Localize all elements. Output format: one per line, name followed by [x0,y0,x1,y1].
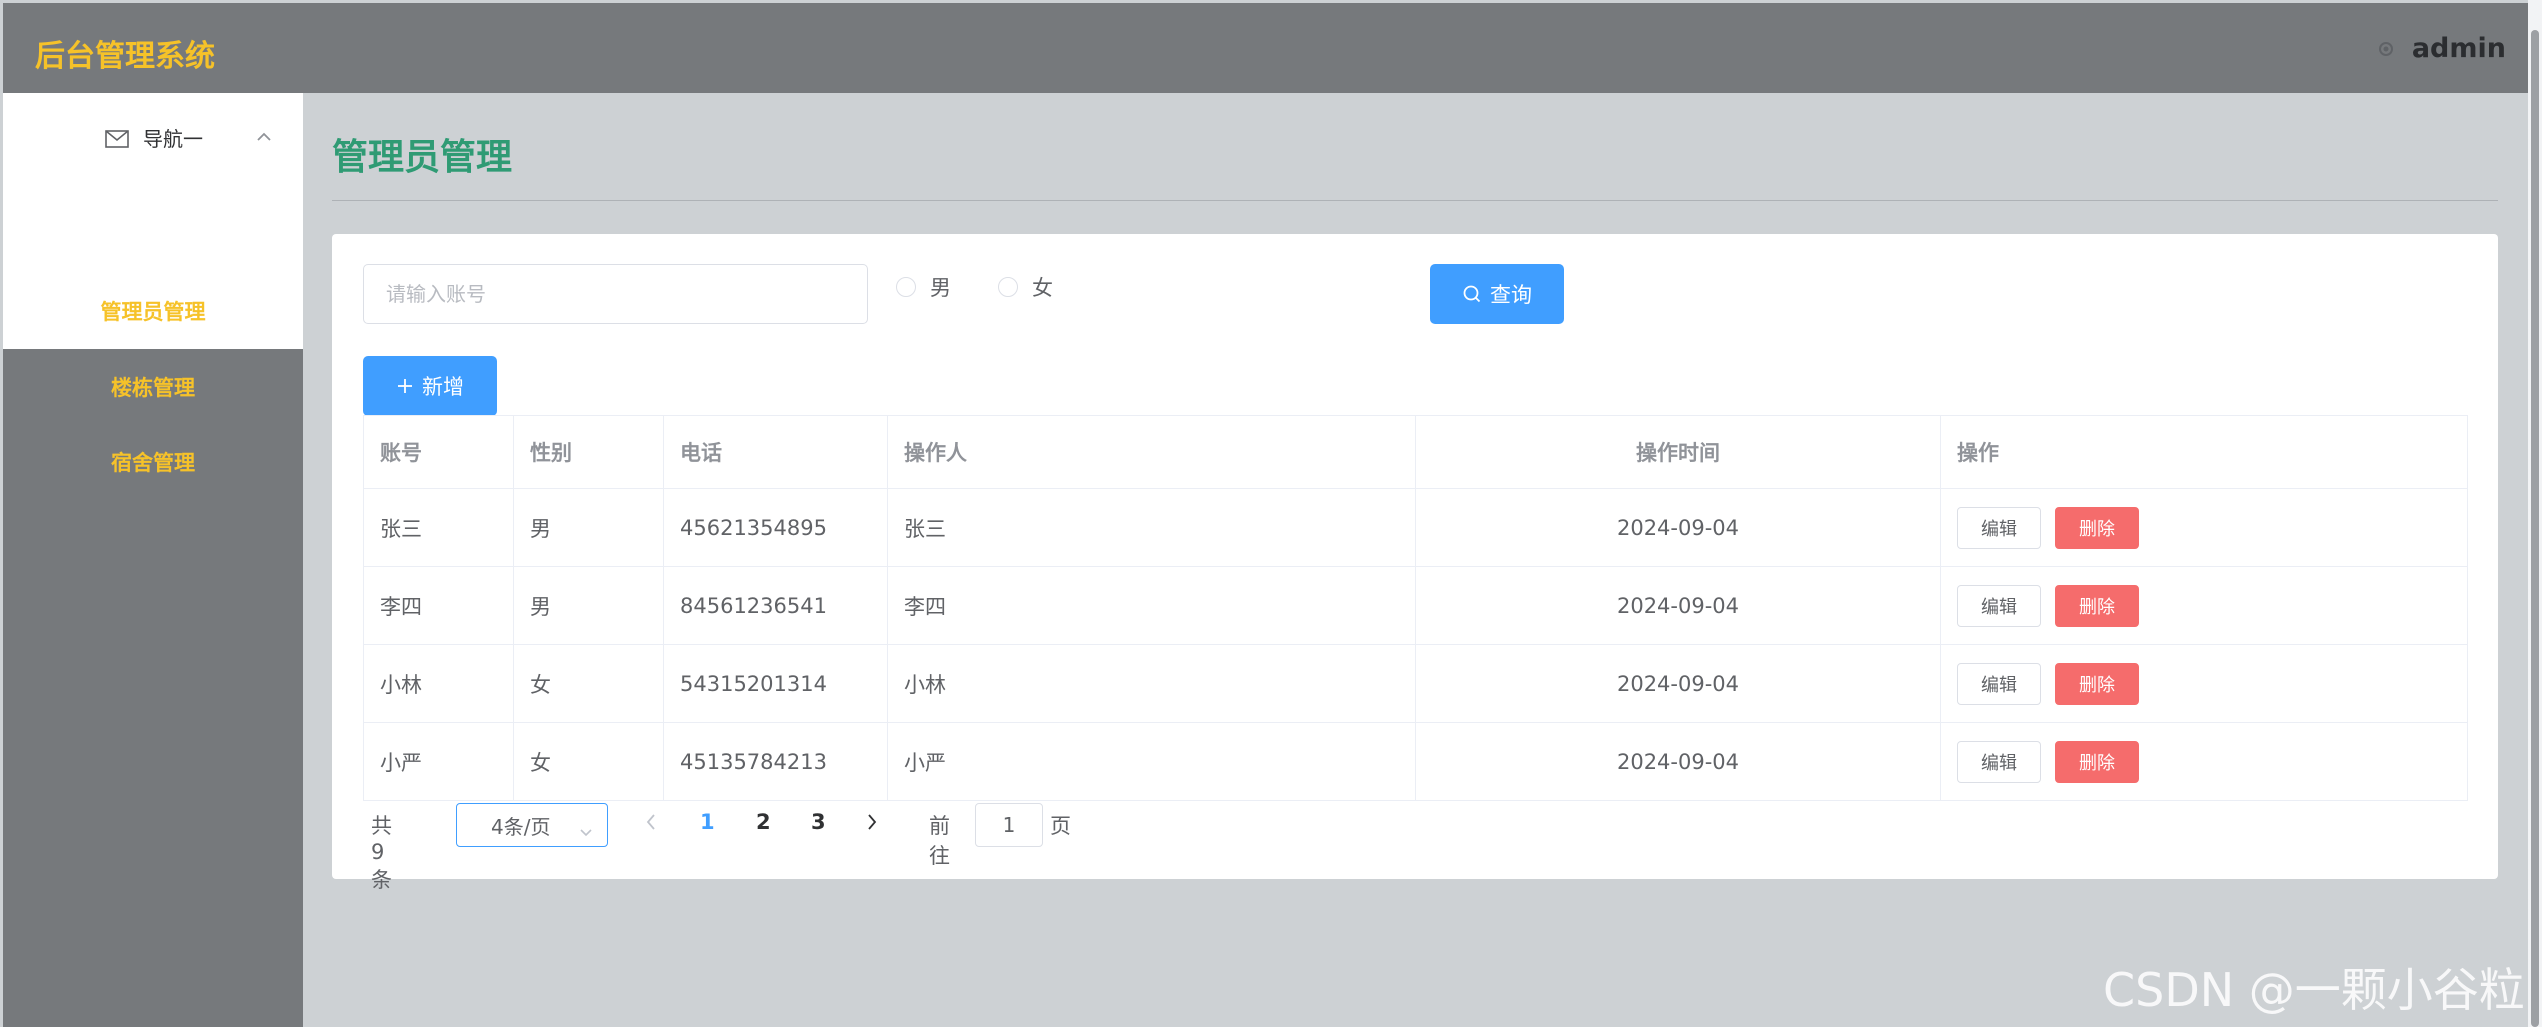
column-header-gender: 性别 [513,415,664,489]
admin-table: 账号 性别 电话 操作人 操作时间 操作 张三 男 45621354895 张三… [363,415,2468,801]
radio-circle[interactable] [896,277,916,297]
column-header-actions: 操作 [1940,415,2468,489]
cell-phone: 45621354895 [663,488,888,567]
radio-male[interactable]: 男 [896,272,951,302]
sidebar-item-label: 宿舍管理 [111,451,195,475]
radio-female[interactable]: 女 [998,272,1053,302]
cell-operator: 李四 [887,566,1416,645]
cell-gender: 男 [513,488,664,567]
mail-icon [105,129,129,148]
divider [332,200,2498,201]
chevron-down-icon [579,819,593,837]
cell-phone: 54315201314 [663,644,888,723]
search-icon [1463,285,1481,303]
cell-gender: 女 [513,722,664,801]
sidebar-item-label: 楼栋管理 [111,376,195,400]
page-number-1[interactable]: 1 [700,810,715,834]
watermark: CSDN @一颗小谷粒 [2103,963,2525,1017]
plus-icon [398,379,412,393]
content-card: 男 女 查询 新增 账号 性别 电话 操作人 操作时间 [332,234,2498,892]
add-button[interactable]: 新增 [363,356,497,416]
prev-page-icon[interactable] [644,812,658,832]
cell-phone: 45135784213 [663,722,888,801]
app-title: 后台管理系统 [35,39,215,74]
top-header: 后台管理系统 admin [3,3,2528,93]
page-number-2[interactable]: 2 [756,810,771,834]
sidebar-item-dorm-management[interactable]: 宿舍管理 [3,424,303,500]
cell-actions: 编辑 删除 [1940,566,2468,645]
cell-operator: 小严 [887,722,1416,801]
column-header-time: 操作时间 [1415,415,1941,489]
cell-actions: 编辑 删除 [1940,722,2468,801]
add-button-label: 新增 [422,376,464,399]
cell-time: 2024-09-04 [1415,488,1941,567]
query-button-label: 查询 [1490,284,1532,307]
page-title: 管理员管理 [332,137,513,178]
edit-button[interactable]: 编辑 [1957,584,2041,627]
edit-button[interactable]: 编辑 [1957,506,2041,549]
cell-time: 2024-09-04 [1415,566,1941,645]
chevron-up-icon[interactable] [256,127,272,141]
submenu-label: 导航一 [143,127,203,151]
submenu-title[interactable]: 导航一 [105,123,203,152]
table-row: 小严 女 45135784213 小严 2024-09-04 编辑 删除 [363,722,2468,801]
radio-label: 男 [930,276,951,300]
submenu-nav-one[interactable]: 导航一 [3,93,303,273]
goto-prefix: 前往 [929,814,950,868]
cell-actions: 编辑 删除 [1940,644,2468,723]
scrollbar-thumb[interactable] [2531,30,2539,1027]
table-row: 李四 男 84561236541 李四 2024-09-04 编辑 删除 [363,566,2468,645]
user-name[interactable]: admin [2412,33,2506,64]
sidebar-item-admin-management[interactable]: 管理员管理 [3,273,303,349]
delete-button[interactable]: 删除 [2055,584,2139,627]
cell-account: 小严 [363,722,514,801]
cell-account: 李四 [363,566,514,645]
edit-button[interactable]: 编辑 [1957,740,2041,783]
radio-label: 女 [1032,276,1053,300]
cell-gender: 女 [513,644,664,723]
cell-actions: 编辑 删除 [1940,488,2468,567]
table-row: 小林 女 54315201314 小林 2024-09-04 编辑 删除 [363,644,2468,723]
radio-circle[interactable] [998,277,1018,297]
cell-time: 2024-09-04 [1415,644,1941,723]
page-scrollbar[interactable] [2528,0,2542,1027]
delete-button[interactable]: 删除 [2055,506,2139,549]
column-header-phone: 电话 [663,415,888,489]
table-header-row: 账号 性别 电话 操作人 操作时间 操作 [363,415,2468,489]
header-user-area[interactable]: admin [2376,33,2506,64]
edit-button[interactable]: 编辑 [1957,662,2041,705]
query-button[interactable]: 查询 [1430,264,1564,324]
account-search-input[interactable] [363,264,868,324]
cell-operator: 小林 [887,644,1416,723]
next-page-icon[interactable] [865,812,879,832]
cell-account: 小林 [363,644,514,723]
cell-account: 张三 [363,488,514,567]
sidebar-item-label: 管理员管理 [100,300,206,324]
pagination-total: 共 9 条 [371,814,392,892]
table-row: 张三 男 45621354895 张三 2024-09-04 编辑 删除 [363,488,2468,567]
sidebar-item-building-management[interactable]: 楼栋管理 [3,349,303,425]
column-header-account: 账号 [363,415,514,489]
cell-gender: 男 [513,566,664,645]
cell-time: 2024-09-04 [1415,722,1941,801]
goto-page-input[interactable] [975,803,1043,847]
gear-icon[interactable] [2376,39,2396,59]
cell-phone: 84561236541 [663,566,888,645]
delete-button[interactable]: 删除 [2055,662,2139,705]
column-header-operator: 操作人 [887,415,1416,489]
sidebar: 导航一 管理员管理 楼栋管理 宿舍管理 [3,93,303,1027]
cell-operator: 张三 [887,488,1416,567]
goto-suffix: 页 [1050,814,1071,838]
delete-button[interactable]: 删除 [2055,740,2139,783]
page-number-3[interactable]: 3 [811,810,826,834]
page-size-select[interactable]: 4条/页 [456,803,608,847]
page-size-value: 4条/页 [491,814,551,839]
